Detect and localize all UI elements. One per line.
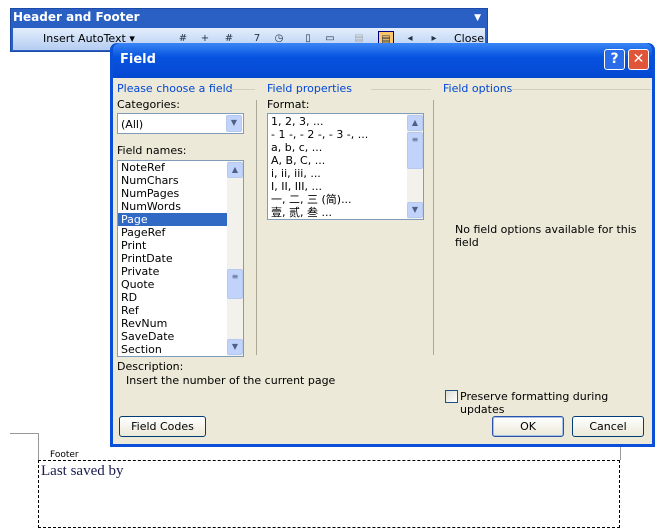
description-label: Description: (117, 360, 184, 373)
format-item[interactable]: 壹, 贰, 叁 ... (268, 206, 423, 219)
field-name-item[interactable]: NoteRef (118, 161, 243, 174)
format-item[interactable]: A, B, C, ... (268, 154, 423, 167)
format-label: Format: (267, 98, 310, 111)
format-scrollbar[interactable]: ▲ ≡ ▼ (407, 114, 423, 219)
format-item[interactable]: a, b, c, ... (268, 141, 423, 154)
field-name-item[interactable]: Section (118, 343, 243, 356)
field-name-item[interactable]: NumWords (118, 200, 243, 213)
description-text: Insert the number of the current page (126, 374, 336, 387)
field-names-list[interactable]: NoteRef NumChars NumPages NumWords Page PageR… (117, 160, 244, 357)
scroll-thumb[interactable]: ≡ (407, 132, 423, 169)
field-codes-button[interactable]: Field Codes (119, 416, 206, 437)
field-name-item[interactable]: Private (118, 265, 243, 278)
field-properties-group: Field properties (267, 82, 353, 95)
format-list[interactable]: 1, 2, 3, ... - 1 -, - 2 -, - 3 -, ... a, b… (267, 113, 424, 220)
format-item[interactable]: i, ii, iii, ... (268, 167, 423, 180)
toolbar-title: Header and Footer (13, 10, 140, 24)
field-name-item[interactable]: PrintDate (118, 252, 243, 265)
cancel-button[interactable]: Cancel (572, 416, 644, 437)
field-name-item[interactable]: Page (118, 213, 243, 226)
field-name-item[interactable]: Print (118, 239, 243, 252)
no-options-message: No field options available for this fiel… (455, 223, 637, 249)
categories-value: (All) (121, 118, 144, 131)
field-name-item[interactable]: RevNum (118, 317, 243, 330)
help-button[interactable]: ? (604, 49, 625, 70)
dialog-title-bar: Field ? ✕ (113, 43, 652, 78)
footer-area[interactable]: Last saved by (38, 460, 620, 528)
field-name-item[interactable]: RD (118, 291, 243, 304)
format-item[interactable]: - 1 -, - 2 -, - 3 -, ... (268, 128, 423, 141)
format-item[interactable]: 一, 二, 三 (简)... (268, 193, 423, 206)
chevron-down-icon[interactable]: ▼ (226, 115, 242, 132)
categories-dropdown[interactable]: (All) ▼ (117, 113, 244, 134)
field-name-item[interactable]: NumPages (118, 187, 243, 200)
ok-button[interactable]: OK (492, 416, 564, 437)
field-name-item[interactable]: PageRef (118, 226, 243, 239)
dialog-title: Field (120, 52, 156, 67)
field-name-item[interactable]: Quote (118, 278, 243, 291)
format-item[interactable]: 1, 2, 3, ... (268, 115, 423, 128)
choose-field-group: Please choose a field (117, 82, 233, 95)
field-name-item[interactable]: SaveDate (118, 330, 243, 343)
scroll-thumb[interactable]: ≡ (227, 269, 243, 299)
footer-text[interactable]: Last saved by (41, 463, 123, 480)
categories-label: Categories: (117, 98, 180, 111)
toolbar-options-icon[interactable]: ▼ (474, 13, 481, 23)
field-options-group: Field options (443, 82, 513, 95)
preserve-formatting-label[interactable]: Preserve formatting during updates (460, 390, 652, 416)
footer-label: Footer (50, 450, 79, 460)
field-name-item[interactable]: NumChars (118, 174, 243, 187)
close-button[interactable]: ✕ (628, 49, 649, 70)
field-dialog: Field ? ✕ Please choose a field Categori… (110, 43, 655, 447)
field-name-item[interactable]: Ref (118, 304, 243, 317)
format-item[interactable]: I, II, III, ... (268, 180, 423, 193)
preserve-formatting-checkbox[interactable] (445, 390, 458, 403)
field-names-label: Field names: (117, 144, 187, 157)
field-names-scrollbar[interactable]: ▲ ≡ ▼ (227, 161, 243, 356)
